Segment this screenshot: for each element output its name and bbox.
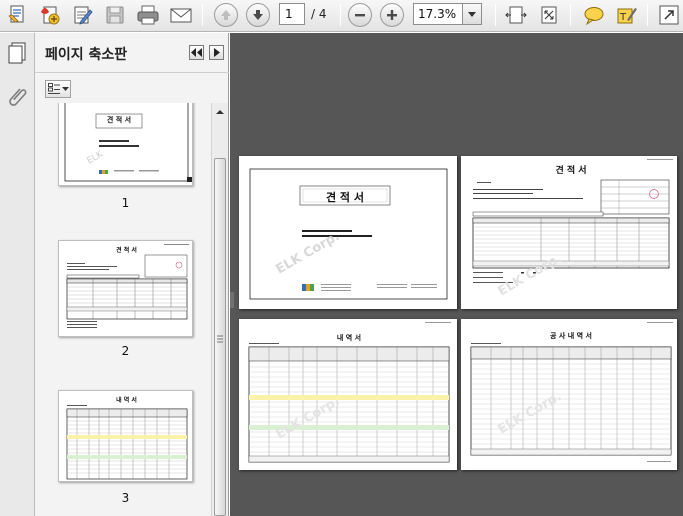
document-view[interactable]: ELK Corp. 견 적 서 ELK Corp. 견 적 서 ELK Corp…: [230, 33, 683, 516]
pdf-reader-window: 1 / 4 17.3% T 페이지 축소판 ELK 견 적 서 1 견 적 서 …: [0, 0, 683, 516]
panel-title: 페이지 축소판: [45, 47, 128, 63]
document-page-4[interactable]: ELK Corp. 공 사 내 역 서: [461, 319, 677, 470]
expand-panel-icon[interactable]: [209, 45, 224, 60]
svg-text:ELK Corp.: ELK Corp.: [274, 394, 343, 442]
edit-document-icon[interactable]: [5, 3, 31, 27]
main-toolbar: 1 / 4 17.3% T: [0, 0, 683, 32]
panel-splitter[interactable]: [230, 290, 234, 310]
document-page-3[interactable]: ELK Corp. 내 역 서: [239, 319, 457, 470]
toolbar-separator: [202, 4, 203, 26]
email-icon[interactable]: [168, 3, 194, 27]
attachment-icon[interactable]: [6, 85, 28, 109]
highlight-icon[interactable]: T: [613, 3, 639, 27]
toolbar-separator: [647, 4, 648, 26]
thumbnails-scrollbar[interactable]: [211, 103, 228, 516]
panel-options-button[interactable]: [45, 80, 71, 98]
total-pages-label: / 4: [311, 7, 327, 21]
fit-page-icon[interactable]: [536, 3, 562, 27]
next-page-icon[interactable]: [246, 3, 270, 27]
toolbar-separator: [570, 4, 571, 26]
svg-text:ELK Corp.: ELK Corp.: [496, 251, 565, 299]
thumbnail-label: 3: [121, 491, 130, 505]
navigation-icon-strip: [0, 33, 35, 516]
expand-icon[interactable]: [656, 3, 682, 27]
zoom-level-input[interactable]: 17.3%: [413, 3, 463, 25]
thumbnail-page-1[interactable]: ELK 견 적 서: [58, 103, 193, 186]
chevron-down-icon[interactable]: [462, 3, 482, 25]
comment-icon[interactable]: [581, 3, 607, 27]
document-page-2[interactable]: ELK Corp. 견 적 서: [461, 156, 677, 309]
pdf-create-icon[interactable]: [37, 3, 63, 27]
collapse-panel-icon[interactable]: [189, 45, 204, 60]
panel-header: 페이지 축소판: [35, 33, 229, 73]
document-page-1[interactable]: ELK Corp. 견 적 서: [239, 156, 457, 309]
svg-text:T: T: [619, 12, 627, 23]
thumbnail-label: 2: [121, 344, 130, 358]
zoom-in-icon[interactable]: [380, 3, 404, 27]
page-thumbnails-panel: 페이지 축소판 ELK 견 적 서 1 견 적 서 2 내 역 서 3: [35, 33, 229, 516]
page-title-mini: 내 역 서: [116, 397, 137, 404]
print-icon[interactable]: [135, 3, 161, 27]
page-title: 공 사 내 역 서: [550, 332, 592, 340]
toolbar-separator: [495, 4, 496, 26]
zoom-out-icon[interactable]: [348, 3, 372, 27]
prev-page-icon[interactable]: [214, 3, 238, 27]
page-title-mini: 견 적 서: [106, 116, 132, 124]
current-page-input[interactable]: 1: [279, 3, 305, 25]
fit-width-icon[interactable]: [503, 3, 529, 27]
save-icon[interactable]: [102, 3, 128, 27]
page-title: 견 적 서: [555, 166, 587, 176]
svg-text:ELK: ELK: [86, 149, 106, 167]
thumbnail-label: 1: [121, 196, 130, 210]
scroll-up-icon[interactable]: [216, 109, 224, 115]
page-title: 견 적 서: [325, 191, 365, 204]
options-list-icon: [47, 83, 60, 94]
svg-text:ELK Corp.: ELK Corp.: [496, 389, 565, 437]
chevron-down-icon: [61, 86, 69, 91]
toolbar-separator: [340, 4, 341, 26]
page-title-mini: 견 적 서: [116, 247, 137, 254]
thumbnail-page-2[interactable]: 견 적 서: [58, 240, 193, 337]
page-title: 내 역 서: [336, 334, 362, 342]
thumbnail-page-3[interactable]: 내 역 서: [58, 390, 193, 482]
thumbnails-list: ELK 견 적 서 1 견 적 서 2 내 역 서 3: [35, 103, 211, 516]
page-thumbnails-icon[interactable]: [6, 41, 28, 65]
pencil-edit-icon[interactable]: [70, 3, 96, 27]
scrollbar-thumb[interactable]: [214, 158, 226, 516]
